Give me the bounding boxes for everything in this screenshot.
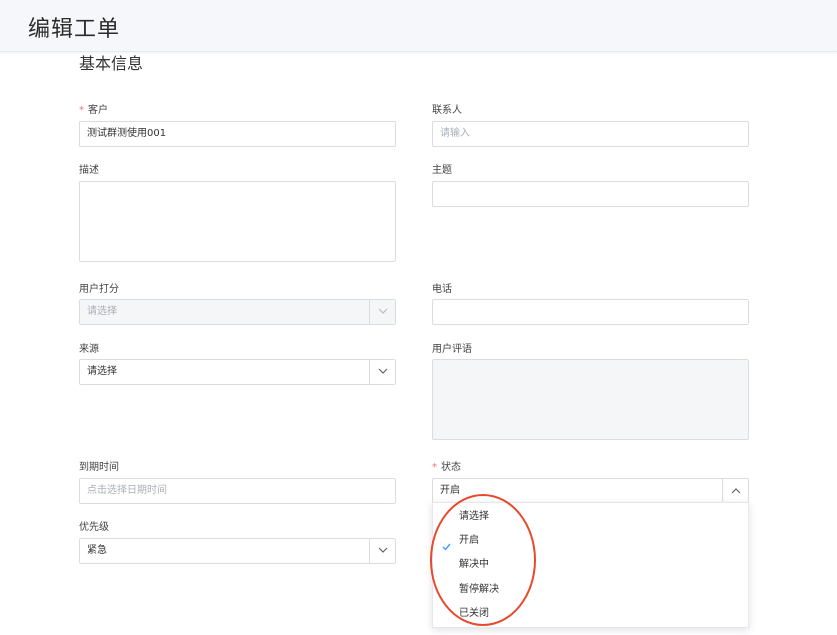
user-rating-select: 请选择 <box>79 299 396 325</box>
chevron-up-icon[interactable] <box>722 479 748 503</box>
priority-label: 优先级 <box>79 522 109 533</box>
status-select[interactable]: 开启 <box>432 478 749 504</box>
status-option-paused[interactable]: 暂停解决 <box>433 578 748 602</box>
contact-input[interactable]: 请输入 <box>432 121 749 147</box>
status-option-label: 开启 <box>459 535 479 546</box>
customer-label: * 客户 <box>79 105 108 116</box>
user-rating-label: 用户打分 <box>79 284 119 295</box>
due-time-input[interactable]: 点击选择日期时间 <box>79 478 396 504</box>
page-title: 编辑工单 <box>28 17 121 42</box>
status-dropdown-menu: 请选择 开启 解决中 暂停解决 已关闭 <box>432 502 749 628</box>
source-value: 请选择 <box>87 366 117 377</box>
status-option-placeholder[interactable]: 请选择 <box>433 505 748 529</box>
section-title: 基本信息 <box>79 54 144 73</box>
source-label: 来源 <box>79 344 99 355</box>
user-comment-textarea <box>432 359 749 440</box>
description-textarea[interactable] <box>79 181 396 262</box>
phone-input[interactable] <box>432 299 749 325</box>
chevron-down-icon <box>369 300 395 324</box>
user-comment-label: 用户评语 <box>432 344 472 355</box>
priority-select[interactable]: 紧急 <box>79 538 396 564</box>
status-label: * 状态 <box>432 462 461 473</box>
subject-label: 主题 <box>432 165 452 176</box>
required-marker: * <box>432 462 437 473</box>
customer-input[interactable]: 测试群测使用001 <box>79 121 396 147</box>
chevron-down-icon[interactable] <box>369 360 395 384</box>
status-option-open[interactable]: 开启 <box>433 529 748 553</box>
source-select[interactable]: 请选择 <box>79 359 396 385</box>
status-option-resolving[interactable]: 解决中 <box>433 553 748 577</box>
required-marker: * <box>79 105 84 116</box>
due-time-label: 到期时间 <box>79 462 119 473</box>
page-header: 编辑工单 <box>0 0 837 52</box>
user-rating-placeholder: 请选择 <box>87 306 117 317</box>
status-value: 开启 <box>440 485 460 496</box>
chevron-down-icon[interactable] <box>369 539 395 563</box>
description-label: 描述 <box>79 165 99 176</box>
subject-input[interactable] <box>432 181 749 207</box>
contact-label: 联系人 <box>432 105 462 116</box>
phone-label: 电话 <box>432 284 452 295</box>
priority-value: 紧急 <box>87 545 107 556</box>
status-option-closed[interactable]: 已关闭 <box>433 602 748 626</box>
